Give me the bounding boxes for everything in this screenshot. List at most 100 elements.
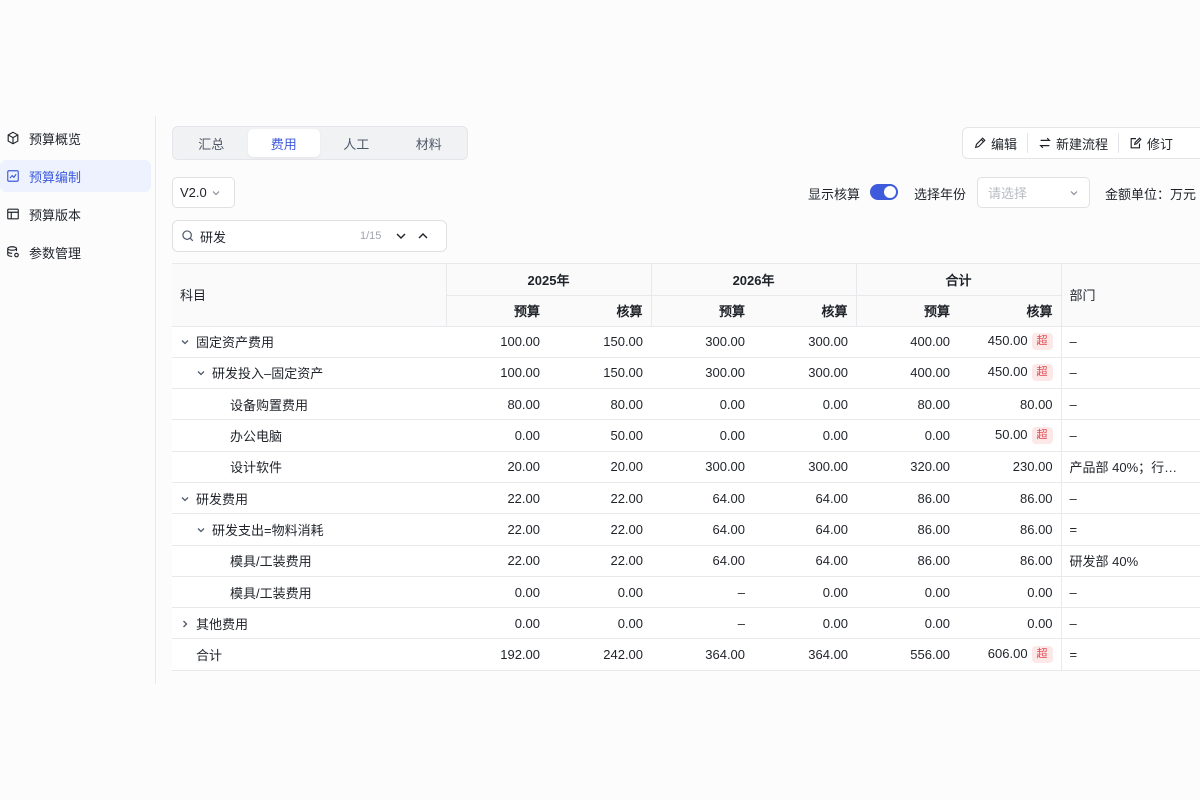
cell-value: 0.00 [822,584,849,600]
search-match-count: 1/15 [360,230,382,242]
chevron-down-icon [1070,191,1078,196]
audit-cell: 0.00 [753,419,857,452]
dept-cell: = [1060,638,1200,671]
tab-expense[interactable]: 费用 [247,129,320,157]
audit-cell: 20.00 [548,451,652,483]
audit-cell: 242.00 [548,638,652,671]
tab-material[interactable]: 材料 [393,129,466,157]
chevron-right-icon[interactable] [180,619,192,632]
version-value: V2.0 [180,185,207,200]
audit-cell: 606.00 超 [958,638,1062,671]
audit-cell: 64.00 [753,513,857,546]
table-row[interactable]: 设备购置费用 80.00 80.00 0.00 0.00 80.00 80.00– [172,388,1200,421]
revise-button[interactable]: 修订 [1118,133,1183,153]
cell-value: 606.00 [987,646,1028,662]
chevron-down-icon[interactable] [180,494,192,507]
table-row[interactable]: 研发费用 22.00 22.00 64.00 64.00 86.00 86.00– [172,482,1200,515]
table-row[interactable]: 固定资产费用 100.00 150.00 300.00 300.00 400.00 450.… [172,326,1200,358]
sidebar-item-params[interactable]: 参数管理 [0,236,151,268]
cell-value: 86.00 [1020,490,1053,506]
budget-cell: 86.00 [856,545,959,577]
chevron-down-icon[interactable] [196,525,208,538]
chevron-down-icon[interactable] [180,337,192,350]
table-row[interactable]: 模具/工装费用 0.00 0.00–0.00 0.00 0.00– [172,576,1200,609]
cell-value: 0.00 [924,584,951,600]
dept-cell: 产品部 40%；行… [1060,451,1200,483]
audit-cell: 450.00 超 [958,357,1062,390]
subject-cell: 固定资产费用 [172,326,446,358]
audit-cell: 64.00 [753,482,857,515]
revise-label: 修订 [1147,136,1174,152]
cell-value: 64.00 [815,521,849,537]
chevron-down-icon [396,233,406,239]
table-row[interactable]: 办公电脑 0.00 50.00 0.00 0.00 0.00 50.00 超 – [172,419,1200,452]
chart-icon [5,168,21,184]
table-row[interactable]: 设计软件 20.00 20.00 300.00 300.00 320.00 230.00 产品… [172,451,1200,483]
cell-value: – [737,584,746,600]
cell-value: 50.00 [610,428,644,444]
subject-label: 研发费用 [196,491,249,507]
budget-cell: 20.00 [446,451,548,483]
tab-labor[interactable]: 人工 [320,129,393,157]
table-row[interactable]: 合计 192.00 242.00 364.00 364.00 556.00 606.00 超 = [172,638,1200,671]
year-select[interactable]: 请选择 [977,177,1090,208]
show-audit-toggle[interactable] [870,184,898,200]
cell-value: 50.00 [995,427,1028,443]
budget-cell: 0.00 [856,576,959,609]
cell-value: 0.00 [514,615,540,631]
new-flow-button[interactable]: 新建流程 [1027,133,1118,153]
dept-cell: – [1060,576,1200,609]
cell-value: 86.00 [917,521,951,537]
audit-cell: 80.00 [548,388,652,421]
cell-value: 20.00 [507,459,540,475]
budget-cell: 400.00 [856,357,959,390]
audit-cell: 230.00 [958,451,1062,483]
subject-label: 研发支出=物料消耗 [212,522,324,538]
sidebar-item-prep[interactable]: 预算编制 [0,160,151,192]
search-next-button[interactable] [390,225,412,247]
cell-value: 400.00 [910,365,951,381]
budget-cell: 0.00 [856,419,959,452]
budget-cell: 0.00 [446,576,548,609]
subject-label: 研发投入–固定资产 [212,366,324,382]
sidebar-item-overview[interactable]: 预算概览 [0,122,151,154]
audit-header: 核算 [548,295,652,327]
cell-value: 230.00 [1012,459,1053,475]
dept-cell: – [1060,357,1200,390]
budget-cell: 22.00 [446,513,548,546]
table-row[interactable]: 模具/工装费用 22.00 22.00 64.00 64.00 86.00 86.00 研发部… [172,545,1200,577]
cell-value: 364.00 [705,647,746,663]
group-header-2025: 2025年 [445,264,652,296]
edit-button[interactable]: 编辑 [963,133,1027,153]
dept-cell: = [1060,513,1200,546]
over-budget-badge: 超 [1031,364,1053,382]
tab-summary[interactable]: 汇总 [175,129,248,157]
cell-value: 300.00 [808,334,849,350]
search-input[interactable] [200,228,350,244]
subject-label: 模具/工装费用 [230,585,312,601]
table-row[interactable]: 其他费用 0.00 0.00–0.00 0.00 0.00– [172,607,1200,640]
table-row[interactable]: 研发投入–固定资产 100.00 150.00 300.00 300.00 400.00 4… [172,357,1200,390]
chevron-down-icon[interactable] [196,368,208,381]
search-prev-button[interactable] [412,225,434,247]
cell-value: 150.00 [603,365,644,381]
dept-cell: – [1060,607,1200,640]
sidebar-item-versions[interactable]: 预算版本 [0,198,151,230]
audit-cell: 22.00 [548,545,652,577]
cell-value: 64.00 [712,521,746,537]
edit-label: 编辑 [991,136,1018,152]
subject-label: 办公电脑 [230,429,283,445]
cell-value: 400.00 [910,334,951,350]
audit-cell: 86.00 [958,482,1062,515]
cell-value: 556.00 [910,647,951,663]
chevron-down-icon [212,190,220,195]
audit-cell: 300.00 [753,326,857,358]
search-icon [182,230,194,242]
cell-value: 192.00 [500,647,540,663]
table-row[interactable]: 研发支出=物料消耗 22.00 22.00 64.00 64.00 86.00 86.00 = [172,513,1200,546]
subject-label: 其他费用 [196,616,249,632]
cell-value: 22.00 [610,490,644,506]
version-select[interactable]: V2.0 [172,177,235,208]
cell-value: 22.00 [610,521,644,537]
table-body: 固定资产费用 100.00 150.00 300.00 300.00 400.00 450.… [172,326,1200,671]
